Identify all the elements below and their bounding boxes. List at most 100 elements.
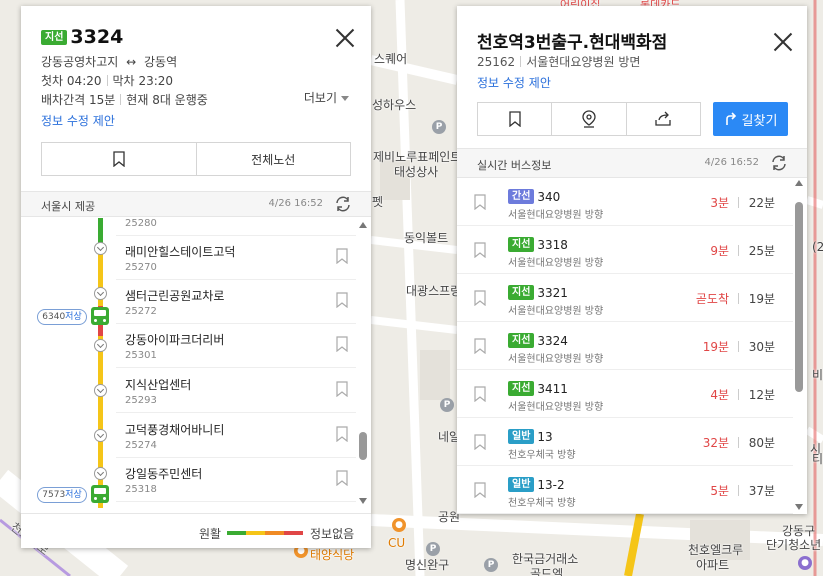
bus-type-badge: 일반 [508,429,535,444]
scroll-up-arrow[interactable] [359,222,367,228]
arrival-row[interactable]: 지선 3321 서울현대요양병원 방향 곧도착 19분 [457,274,793,322]
directions-icon [725,112,736,125]
stop-name: 지식산업센터 [125,378,192,392]
stop-name: 샘터근린공원교차로 [125,289,225,303]
bookmark-icon[interactable] [336,336,348,352]
last-bus-label: 막차 [112,74,135,88]
bus-type-badge: 지선 [508,285,535,300]
map-label: 골드엘 [530,567,564,576]
scroll-thumb[interactable] [359,432,367,460]
scroll-up-arrow[interactable] [795,180,803,186]
close-stop-panel-button[interactable] [772,31,794,53]
bus-type-badge: 지선 [508,237,535,252]
bookmark-icon[interactable] [336,248,348,264]
bus-stop-panel: 천호역3번출구.현대백화점 25162 서울현대요양병원 방면 정보 수정 제안 … [457,6,807,514]
bookmark-route-button[interactable] [42,143,196,175]
dispatch-interval: 배차간격 15분 [41,93,116,107]
more-button[interactable]: 더보기 [304,89,349,106]
bookmark-icon[interactable] [474,242,486,258]
bookmark-stop-button[interactable] [478,103,551,135]
bookmark-icon[interactable] [474,434,486,450]
map-poi-icon[interactable]: P [426,542,440,556]
map-poi-icon[interactable]: P [484,558,498,572]
bookmark-icon[interactable] [474,482,486,498]
stop-row[interactable]: 샘터근린공원교차로 25272 [116,280,356,324]
bookmark-icon[interactable] [474,194,486,210]
suggest-edit-link[interactable]: 정보 수정 제안 [477,74,551,91]
arrival-row[interactable]: 지선 3318 서울현대요양병원 방향 9분 25분 [457,226,793,274]
last-bus-time: 23:20 [138,74,174,88]
suggest-edit-link[interactable]: 정보 수정 제안 [41,112,115,129]
stop-name: 고덕풍경채어바니티 [125,423,225,437]
bookmark-icon[interactable] [336,381,348,397]
legend-color-bar [227,531,303,535]
bus-icon[interactable] [91,485,109,503]
bus-position-tag[interactable]: 7573저상 [37,487,87,503]
bookmark-icon[interactable] [474,290,486,306]
arrival-row[interactable]: 일반 13-2 천호우체국 방향 5분 37분 [457,466,793,514]
scroll-down-arrow[interactable] [795,504,803,510]
bus-direction: 천호우체국 방향 [508,498,576,509]
school-poi-icon[interactable]: ● [798,556,812,570]
arrival-time: 5분 [710,484,729,498]
first-bus-time: 04:20 [66,74,102,88]
location-button[interactable] [551,103,625,135]
map-label: 태양식당 [310,548,355,562]
stop-direction: 서울현대요양병원 방면 [526,55,641,69]
full-route-button[interactable]: 전체노선 [195,143,351,175]
stop-id: 25270 [125,262,157,273]
legend-smooth-label: 원활 [199,527,222,541]
next-arrival-time: 37분 [748,484,775,498]
map-poi-icon[interactable]: P [432,120,446,134]
chevron-down-icon [341,96,349,101]
route-times: 첫차 04:20 막차 23:20 [41,72,173,89]
stop-row[interactable]: 고덕풍경채어바니티 25274 [116,414,356,458]
bookmark-icon[interactable] [336,470,348,486]
next-arrival-time: 25분 [748,244,775,258]
bookmark-icon[interactable] [474,386,486,402]
stop-title: 천호역3번출구.현대백화점 [477,33,668,53]
scrollbar[interactable] [795,188,803,504]
scroll-down-arrow[interactable] [359,498,367,504]
arrival-row[interactable]: 간선 340 서울현대요양병원 방향 3분 22분 [457,178,793,226]
route-type-badge: 지선 [41,29,68,45]
stop-row[interactable] [116,503,356,508]
bookmark-icon[interactable] [474,338,486,354]
directions-button[interactable]: 길찾기 [713,102,788,136]
stop-id: 25272 [125,306,157,317]
realtime-label: 실시간 버스정보 [477,159,552,172]
route-header: 지선 3324 강동공영차고지 ↔ 강동역 첫차 04:20 막차 23:20 배차… [21,6,371,191]
stop-row[interactable]: 지식산업센터 25293 [116,369,356,413]
close-route-panel-button[interactable] [334,27,356,49]
share-button[interactable] [625,103,700,135]
map-label: 대광스프링 [406,284,462,298]
stop-id: 25318 [125,484,157,495]
map-label: 아파트 [696,558,730,572]
scroll-thumb[interactable] [795,202,803,392]
stop-row[interactable]: 25280 [116,218,356,236]
bus-position-tag[interactable]: 6340저상 [37,309,87,325]
bookmark-icon[interactable] [336,292,348,308]
refresh-icon[interactable] [770,154,788,172]
map-poi-icon[interactable]: P [440,398,454,412]
arrival-row[interactable]: 일반 13 천호우체국 방향 32분 80분 [457,418,793,466]
map-label: 명신완구 [405,558,450,572]
store-poi-icon[interactable]: ● [392,518,406,532]
next-arrival-time: 19분 [748,292,775,306]
next-arrival-time: 80분 [748,436,775,450]
stop-row[interactable]: 강동아이파크더리버 25301 [116,324,356,368]
stop-row[interactable]: 강일동주민센터 25318 [116,458,356,502]
arrival-list[interactable]: 간선 340 서울현대요양병원 방향 3분 22분 지선 3318 서울현대요양병원… [457,178,807,514]
stop-row[interactable]: 래미안힐스테이트고덕 25270 [116,236,356,280]
scrollbar[interactable] [359,230,367,496]
stop-id: 25162 [477,55,516,69]
map-label: 태성상사 [394,165,439,179]
refresh-icon[interactable] [334,195,352,213]
bookmark-icon[interactable] [336,426,348,442]
arrival-row[interactable]: 지선 3411 서울현대요양병원 방향 4분 12분 [457,370,793,418]
arrival-row[interactable]: 지선 3324 서울현대요양병원 방향 19분 30분 [457,322,793,370]
bus-icon[interactable] [91,307,109,325]
stop-id: 25301 [125,350,157,361]
route-stop-list[interactable]: 25280 래미안힐스테이트고덕 25270 샘터근린공원교차로 25272 6… [21,218,371,508]
route-title: 지선 3324 [41,26,123,48]
